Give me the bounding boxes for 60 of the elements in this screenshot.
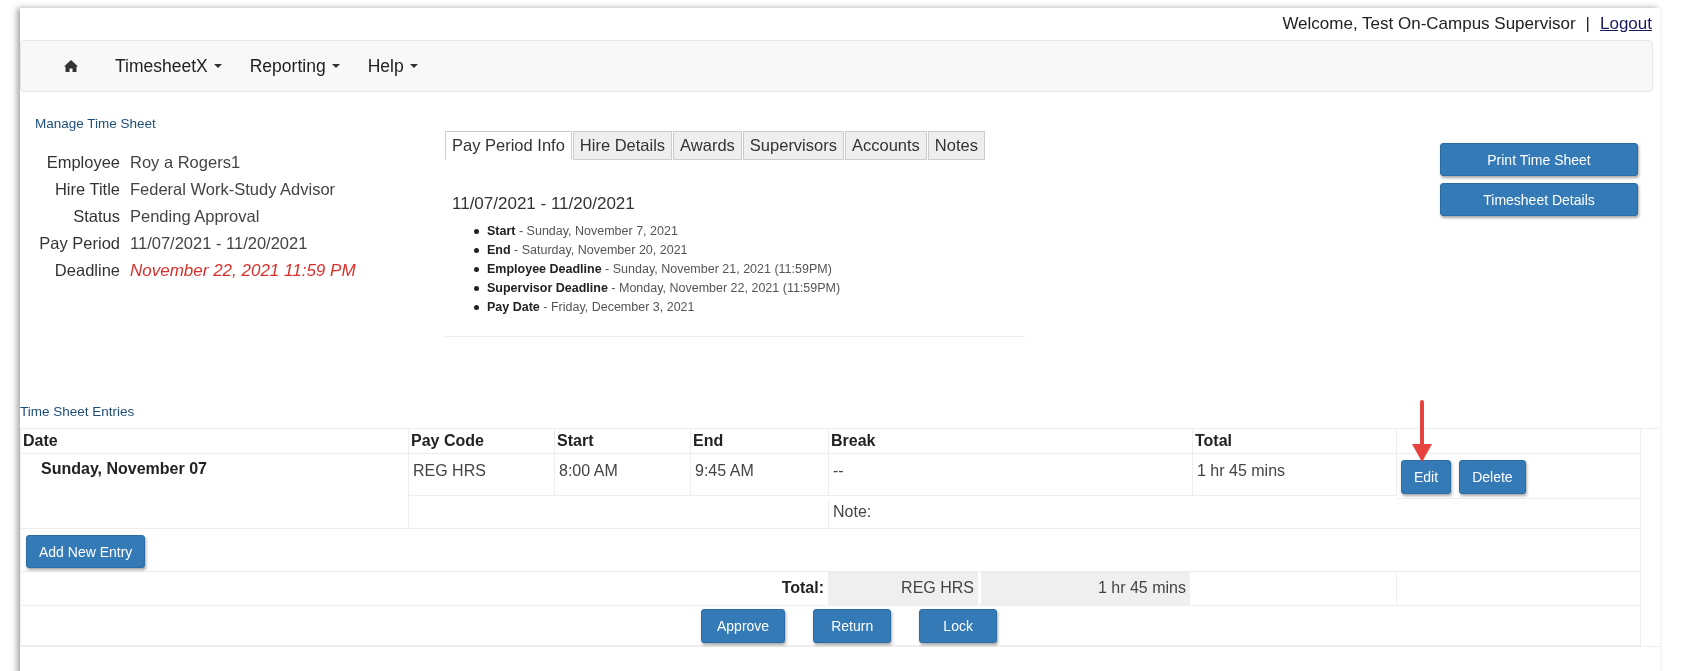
field-value: Pending Approval (130, 207, 261, 226)
nav-menu[interactable]: TimesheetX (115, 55, 222, 77)
row-button[interactable]: Edit (1401, 460, 1452, 494)
table-cell: REG HRS (409, 454, 555, 496)
tab[interactable]: Hire Details (572, 131, 673, 160)
period-detail: Employee Deadline - Sunday, November 21, 2021 (11:59PM) (487, 262, 832, 276)
column-header: Pay Code (409, 429, 555, 454)
tab[interactable]: Notes (927, 131, 985, 160)
entry-date: Sunday, November 07 (21, 454, 409, 529)
total-label: Total: (21, 572, 829, 606)
bullet-icon (474, 247, 479, 253)
bullet-icon (474, 228, 479, 234)
column-header: Total (1193, 429, 1397, 454)
column-header: End (691, 429, 829, 454)
period-detail: Start - Sunday, November 7, 2021 (487, 224, 678, 238)
field-label: Deadline (53, 261, 120, 281)
field-value: November 22, 2021 11:59 PM (130, 261, 357, 281)
section-title: Manage Time Sheet (35, 116, 156, 131)
welcome-text: Welcome, Test On-Campus Supervisor (1282, 14, 1576, 34)
footer-button[interactable]: Approve (701, 609, 786, 643)
footer-button[interactable]: Lock (919, 609, 998, 643)
table-cell: -- (829, 454, 1193, 496)
column-header: Date (21, 429, 409, 454)
add-entry-button[interactable]: Add New Entry (26, 535, 146, 568)
bullet-icon (474, 266, 479, 272)
period-detail: End - Saturday, November 20, 2021 (487, 243, 688, 257)
column-header: Start (555, 429, 691, 454)
period-heading: 11/07/2021 - 11/20/2021 (452, 194, 635, 214)
table-cell: 1 hr 45 mins (1193, 454, 1397, 496)
field-label: Hire Title (53, 180, 120, 199)
table-cell: 9:45 AM (691, 454, 829, 496)
note-label: Note: (829, 499, 1641, 529)
action-button[interactable]: Print Time Sheet (1440, 143, 1638, 176)
row-button[interactable]: Delete (1459, 460, 1526, 494)
annotation-arrow (1412, 400, 1432, 462)
tab[interactable]: Awards (673, 131, 742, 160)
tab[interactable]: Accounts (844, 131, 927, 160)
tab[interactable]: Pay Period Info (445, 131, 572, 160)
column-header: Break (829, 429, 1193, 454)
tab[interactable]: Supervisors (742, 131, 844, 160)
logout-link[interactable]: Logout (1600, 14, 1652, 34)
field-value: 11/07/2021 - 11/20/2021 (130, 234, 309, 253)
period-detail: Supervisor Deadline - Monday, November 22, 2021 (11:59PM) (487, 281, 841, 295)
nav-menu[interactable]: Help (367, 55, 418, 77)
separator-text: | (1585, 14, 1590, 34)
section-title: Time Sheet Entries (20, 404, 135, 419)
total-hours: 1 hr 45 mins (981, 572, 1193, 605)
period-detail: Pay Date - Friday, December 3, 2021 (487, 300, 695, 314)
field-label: Status (72, 207, 120, 226)
table-cell: 8:00 AM (555, 454, 691, 496)
bullet-icon (474, 285, 479, 291)
total-pay-code: REG HRS (829, 572, 981, 605)
field-value: Roy a Rogers1 (130, 153, 242, 172)
field-label: Employee (45, 153, 120, 172)
action-button[interactable]: Timesheet Details (1440, 183, 1638, 216)
field-value: Federal Work-Study Advisor (130, 180, 337, 199)
nav-menu[interactable]: Reporting (249, 55, 340, 77)
bullet-icon (474, 304, 479, 310)
field-label: Pay Period (38, 234, 120, 253)
footer-button[interactable]: Return (813, 609, 892, 643)
